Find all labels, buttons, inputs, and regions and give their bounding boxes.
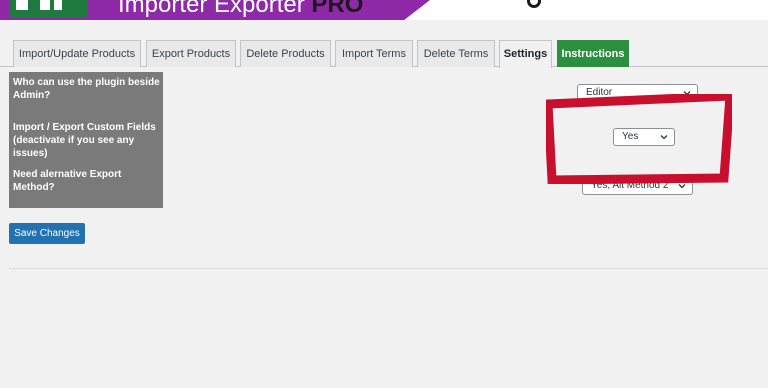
tab-delete-products[interactable]: Delete Products	[240, 40, 331, 67]
tab-export-products[interactable]: Export Products	[146, 40, 236, 67]
tab-bar: Import/Update Products Export Products D…	[0, 40, 768, 68]
banner-title-text: Importer Exporter	[118, 0, 305, 18]
save-changes-button[interactable]: Save Changes	[9, 223, 85, 244]
tab-instructions[interactable]: Instructions	[557, 40, 629, 67]
setting-label-custom-fields: Import / Export Custom Fields (deactivat…	[13, 122, 156, 159]
setting-label-user-role: Who can use the plugin beside Admin?	[13, 77, 160, 101]
banner-title: Importer Exporter PRO	[118, 0, 363, 19]
highlight-box	[546, 94, 732, 184]
tab-import-terms[interactable]: Import Terms	[335, 40, 413, 67]
tab-delete-terms[interactable]: Delete Terms	[417, 40, 495, 67]
banner-pro-badge: PRO	[311, 0, 364, 18]
tab-settings[interactable]: Settings	[499, 40, 552, 68]
banner-circle-icon	[527, 0, 541, 8]
plugin-banner: Importer Exporter PRO	[0, 0, 768, 20]
settings-label-panel: Who can use the plugin beside Admin? Imp…	[9, 72, 163, 208]
divider	[9, 268, 768, 269]
tab-import-update-products[interactable]: Import/Update Products	[13, 40, 141, 67]
spreadsheet-logo-icon	[10, 0, 88, 18]
setting-label-export-method: Need alernative Export Method?	[13, 169, 122, 193]
